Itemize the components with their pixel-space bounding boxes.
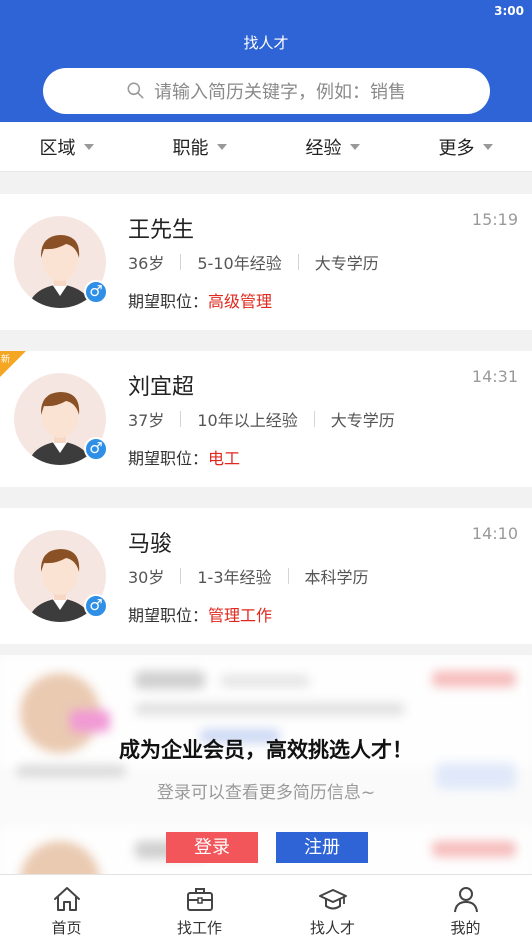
caret-down-icon	[216, 143, 227, 150]
candidate-meta: 30岁 1-3年经验 本科学历	[128, 564, 369, 588]
expected-position-value: 电工	[208, 449, 241, 468]
promo-subtitle: 登录可以查看更多简历信息~	[156, 783, 376, 803]
filter-label: 区域	[39, 137, 76, 159]
candidate-card[interactable]: 新 ♂ 刘宜超 14:31 37岁 10年以上经验 大专学历 期望职位：电工	[0, 351, 532, 487]
bottom-tab-bar: 首页 找工作 找人才 我的	[0, 874, 532, 944]
male-gender-icon: ♂	[84, 280, 108, 304]
candidate-education: 本科学历	[304, 568, 369, 587]
search-icon	[127, 82, 144, 98]
candidate-age: 36岁	[128, 254, 165, 273]
tab-home[interactable]: 首页	[0, 875, 133, 944]
filter-label: 更多	[438, 137, 475, 159]
tab-find-job[interactable]: 找工作	[133, 875, 266, 944]
divider	[297, 254, 299, 270]
filter-label: 经验	[305, 137, 342, 159]
search-input[interactable]: 请输入简历关键字，例如：销售	[43, 68, 490, 114]
filter-function[interactable]: 职能	[133, 122, 266, 171]
divider	[313, 411, 315, 427]
candidate-education: 大专学历	[330, 411, 395, 430]
male-gender-icon: ♂	[84, 437, 108, 461]
home-icon	[53, 887, 80, 911]
briefcase-icon	[186, 888, 213, 911]
blurred-list	[0, 655, 532, 875]
tab-mine[interactable]: 我的	[399, 875, 532, 944]
candidate-name: 王先生	[128, 218, 195, 243]
filter-bar: 区域 职能 经验 更多	[0, 122, 532, 172]
candidate-card[interactable]: ♂ 王先生 15:19 36岁 5-10年经验 大专学历 期望职位：高级管理	[0, 194, 532, 330]
expected-position: 期望职位：电工	[128, 445, 240, 469]
candidate-experience: 5-10年经验	[197, 254, 282, 273]
user-icon	[453, 887, 478, 913]
status-time: 3:00	[494, 4, 524, 18]
tab-label: 找人才	[309, 919, 355, 937]
expected-position-label: 期望职位：	[128, 449, 209, 468]
filter-experience[interactable]: 经验	[266, 122, 399, 171]
candidate-experience: 1-3年经验	[197, 568, 272, 587]
male-gender-icon: ♂	[84, 594, 108, 618]
divider	[180, 411, 182, 427]
divider	[287, 568, 289, 584]
candidate-meta: 36岁 5-10年经验 大专学历	[128, 250, 379, 274]
expected-position-value: 高级管理	[208, 292, 273, 311]
search-placeholder: 请输入简历关键字，例如：销售	[154, 82, 406, 103]
tab-label: 首页	[51, 919, 82, 937]
avatar: ♂	[14, 216, 108, 308]
avatar: ♂	[14, 373, 108, 465]
expected-position-value: 管理工作	[208, 606, 273, 625]
locked-content-overlay	[0, 655, 532, 875]
filter-label: 职能	[172, 137, 209, 159]
candidate-age: 30岁	[128, 568, 165, 587]
promo-title: 成为企业会员，高效挑选人才！	[119, 738, 413, 762]
expected-position-label: 期望职位：	[128, 606, 209, 625]
header: 3:00 找人才 请输入简历关键字，例如：销售	[0, 0, 532, 122]
graduation-cap-icon	[318, 889, 347, 910]
tab-label: 我的	[450, 919, 481, 937]
caret-down-icon	[482, 143, 493, 150]
divider	[180, 568, 182, 584]
caret-down-icon	[83, 143, 94, 150]
register-button[interactable]: 注册	[276, 832, 368, 863]
login-button[interactable]: 登录	[166, 832, 258, 863]
page-title: 找人才	[243, 34, 289, 52]
candidate-education: 大专学历	[314, 254, 379, 273]
candidate-time: 14:10	[471, 524, 518, 543]
candidate-name: 马骏	[128, 532, 173, 557]
expected-position: 期望职位：管理工作	[128, 602, 272, 626]
expected-position: 期望职位：高级管理	[128, 288, 272, 312]
candidate-time: 15:19	[471, 210, 518, 229]
filter-region[interactable]: 区域	[0, 122, 133, 171]
caret-down-icon	[349, 143, 360, 150]
new-badge-label: 新	[1, 355, 11, 365]
blurred-card	[0, 827, 532, 875]
avatar: ♂	[14, 530, 108, 622]
expected-position-label: 期望职位：	[128, 292, 209, 311]
candidate-time: 14:31	[471, 367, 518, 386]
tab-find-talent[interactable]: 找人才	[266, 875, 399, 944]
candidate-name: 刘宜超	[128, 375, 195, 400]
tab-label: 找工作	[176, 919, 222, 937]
filter-more[interactable]: 更多	[399, 122, 532, 171]
candidate-card[interactable]: ♂ 马骏 14:10 30岁 1-3年经验 本科学历 期望职位：管理工作	[0, 508, 532, 644]
divider	[180, 254, 182, 270]
candidate-experience: 10年以上经验	[197, 411, 298, 430]
candidate-age: 37岁	[128, 411, 165, 430]
candidate-meta: 37岁 10年以上经验 大专学历	[128, 407, 395, 431]
